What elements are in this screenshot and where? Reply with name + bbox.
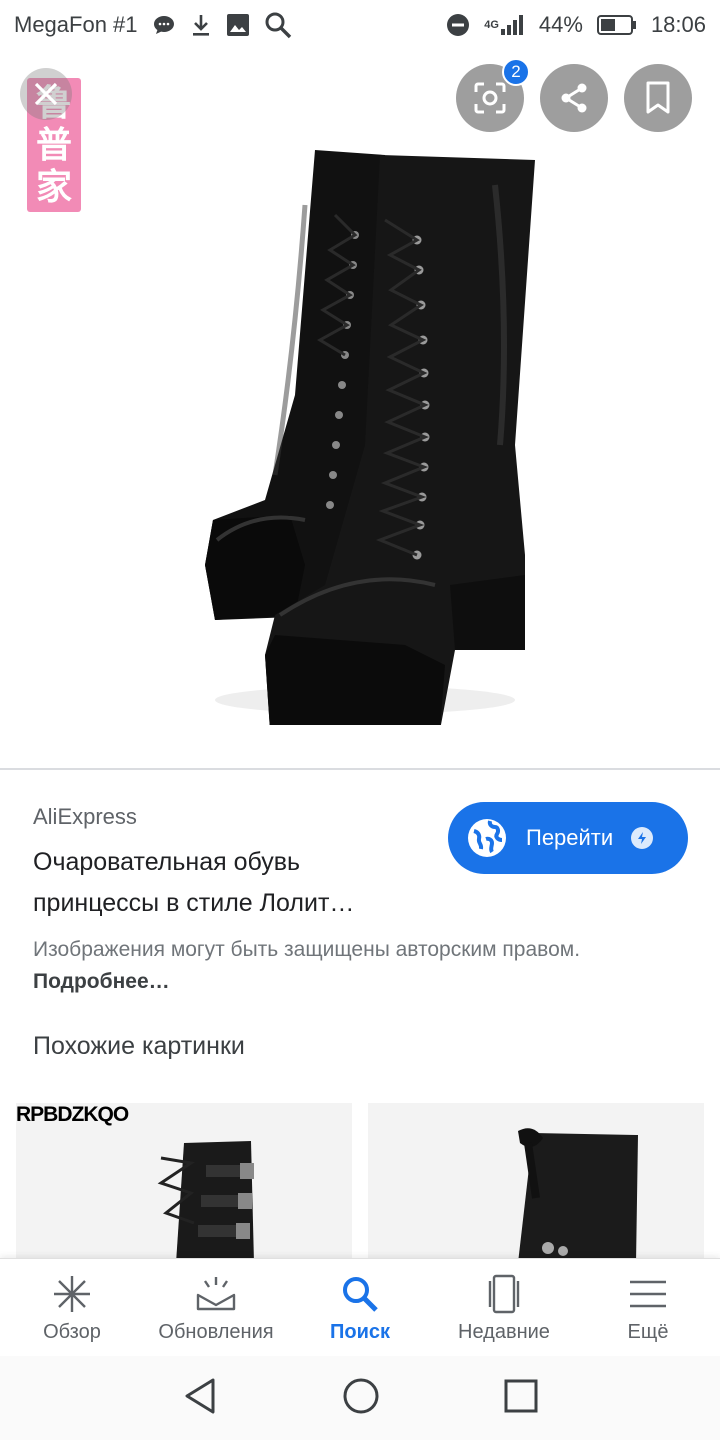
close-icon xyxy=(34,82,58,106)
home-icon xyxy=(343,1378,379,1413)
nav-search[interactable]: Поиск xyxy=(288,1259,432,1356)
menu-icon xyxy=(627,1273,669,1315)
search-icon xyxy=(264,11,292,39)
system-navigation xyxy=(0,1356,720,1440)
home-button[interactable] xyxy=(342,1377,380,1420)
status-bar: MegaFon #1 4G 44% 18:06 xyxy=(0,0,720,50)
close-button[interactable] xyxy=(20,68,72,120)
overview-icon xyxy=(504,1379,538,1412)
copyright-notice: Изображения могут быть защищены авторски… xyxy=(33,934,653,998)
battery-icon xyxy=(596,14,637,36)
bottom-navigation: Обзор Обновления Поиск Недавние Ещё xyxy=(0,1258,720,1356)
bookmark-button[interactable] xyxy=(624,64,692,132)
recents-button[interactable] xyxy=(504,1379,538,1418)
battery-percent: 44% xyxy=(538,12,583,37)
similar-image-tile[interactable] xyxy=(368,1103,704,1263)
copyright-text: Изображения могут быть защищены авторски… xyxy=(33,938,581,961)
back-icon xyxy=(185,1378,215,1413)
learn-more-link[interactable]: Подробнее… xyxy=(33,970,170,993)
search-icon xyxy=(339,1273,381,1315)
clock: 18:06 xyxy=(650,12,706,37)
similar-image-tile[interactable]: RPBDZKQO xyxy=(16,1103,352,1263)
nav-discover[interactable]: Обзор xyxy=(0,1259,144,1356)
source-name[interactable]: AliExpress xyxy=(33,804,137,830)
image-preview: 鲁普家 2 xyxy=(0,50,720,768)
discover-icon xyxy=(51,1273,93,1315)
nav-more[interactable]: Ещё xyxy=(576,1259,720,1356)
lens-badge: 2 xyxy=(502,58,530,86)
message-icon xyxy=(152,14,176,36)
updates-icon xyxy=(195,1273,237,1315)
signal-icon: 4G xyxy=(484,13,525,37)
similar-boot-image-1 xyxy=(157,1141,254,1263)
download-icon xyxy=(190,13,212,37)
share-button[interactable] xyxy=(540,64,608,132)
nav-label: Обзор xyxy=(43,1321,101,1343)
do-not-disturb-icon xyxy=(446,13,470,37)
back-button[interactable] xyxy=(182,1377,218,1420)
nav-label: Поиск xyxy=(329,1321,391,1343)
globe-icon xyxy=(468,819,506,857)
nav-label: Недавние xyxy=(458,1321,550,1343)
visit-label: Перейти xyxy=(526,825,614,850)
network-type: 4G xyxy=(484,19,499,31)
nav-label: Обновления xyxy=(158,1321,274,1343)
nav-updates[interactable]: Обновления xyxy=(144,1259,288,1356)
nav-recent[interactable]: Недавние xyxy=(432,1259,576,1356)
status-bar-left: MegaFon #1 xyxy=(14,11,292,39)
similar-heading: Похожие картинки xyxy=(33,1032,245,1060)
status-bar-right: 4G 44% 18:06 xyxy=(446,12,706,38)
lens-icon xyxy=(474,82,506,114)
nav-label: Ещё xyxy=(627,1321,669,1343)
bookmark-icon xyxy=(646,81,670,114)
result-title[interactable]: Очаровательная обувь принцессы в стиле Л… xyxy=(33,842,423,924)
recent-icon xyxy=(483,1273,525,1315)
divider xyxy=(0,768,720,770)
gallery-icon xyxy=(226,13,250,37)
lens-button[interactable]: 2 xyxy=(456,58,530,132)
similar-boot-image-2 xyxy=(518,1128,638,1263)
carrier-name: MegaFon #1 xyxy=(14,12,138,37)
visit-button[interactable]: Перейти xyxy=(448,802,688,874)
boots-image[interactable] xyxy=(195,145,535,725)
amp-icon xyxy=(631,827,654,849)
share-icon xyxy=(561,83,587,113)
